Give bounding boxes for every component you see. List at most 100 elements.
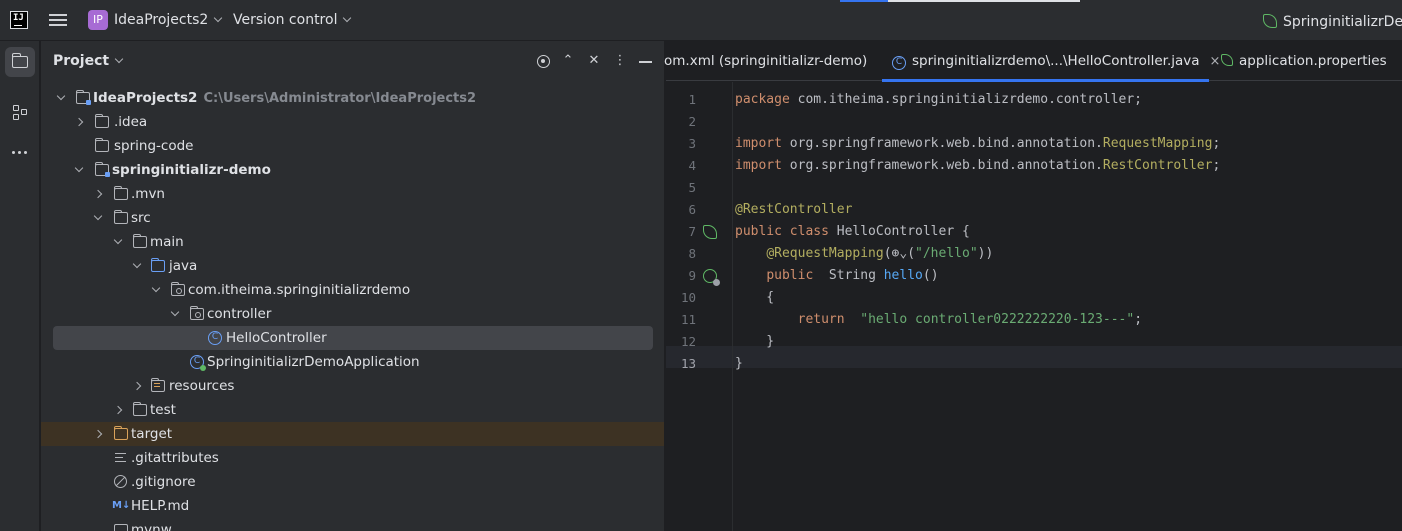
locate-icon[interactable]	[537, 55, 550, 68]
code-line[interactable]: 1 package com.itheima.springinitializrdem…	[666, 89, 1402, 111]
tree-item-idea[interactable]: .idea	[41, 110, 664, 134]
code-line[interactable]: 6 @RestController	[666, 199, 1402, 221]
intellij-logo-icon[interactable]: IJ	[10, 11, 28, 29]
more-icon-dot	[24, 151, 27, 154]
line-number: 9	[688, 268, 696, 283]
tree-item-src[interactable]: src	[41, 206, 664, 230]
editor-area: om.xml (springinitializr-demo) Cspringin…	[664, 41, 1402, 531]
code-line[interactable]: 13}	[666, 353, 1402, 375]
tree-item-hellocontroller[interactable]: C HelloController	[53, 326, 653, 350]
chevron-down-icon[interactable]	[151, 283, 161, 293]
tree-item-ideaprojects2[interactable]: IdeaProjects2 C:\Users\Administrator\Idea…	[41, 86, 664, 110]
code-line[interactable]: 10 {	[666, 287, 1402, 309]
code-token: HelloController {	[828, 224, 970, 239]
close-all-icon[interactable]: ✕	[586, 52, 602, 70]
code-token: RestController	[1102, 158, 1213, 173]
tree-item-controller[interactable]: controller	[41, 302, 664, 326]
tree-item-test[interactable]: test	[41, 398, 664, 422]
tab-hellocontroller[interactable]: Cspringinitializrdemo\...\HelloControlle…	[882, 41, 1220, 82]
chevron-right-icon[interactable]	[93, 429, 103, 439]
tab-pom-xml[interactable]: om.xml (springinitializr-demo)	[664, 41, 867, 81]
project-view-selector[interactable]: Project	[53, 53, 124, 69]
code-token: com.itheima.springinitializrdemo.control…	[789, 92, 1142, 107]
project-tool-button[interactable]	[5, 47, 35, 77]
chevron-right-icon[interactable]	[132, 381, 142, 391]
structure-tool-button[interactable]	[5, 97, 35, 127]
excluded-folder-icon	[113, 426, 128, 440]
tree-item-label: .mvn	[131, 186, 165, 202]
tree-item-resources[interactable]: resources	[41, 374, 664, 398]
code-token: ()	[922, 268, 939, 283]
code-token: import	[735, 136, 782, 151]
module-folder-icon	[94, 162, 110, 177]
tree-item-gitattributes[interactable]: .gitattributes	[41, 446, 664, 470]
code-line[interactable]: 12 }	[666, 331, 1402, 353]
tree-item-springinitializr-demo[interactable]: springinitializr-demo	[41, 158, 664, 182]
code-line[interactable]: 3 import org.springframework.web.bind.ann…	[666, 133, 1402, 155]
tab-application-properties[interactable]: application.properties	[1221, 41, 1387, 81]
tree-item-help-md[interactable]: M↓ HELP.md	[41, 494, 664, 518]
code-line[interactable]: 4 import org.springframework.web.bind.ann…	[666, 155, 1402, 177]
version-control-menu[interactable]: Version control	[233, 12, 352, 28]
code-token: public	[766, 268, 814, 283]
code-line[interactable]: 11 return "hello controller0222222220-12…	[666, 309, 1402, 331]
chevron-down-icon	[343, 13, 352, 23]
folder-icon	[132, 234, 147, 248]
tree-item-mvnw[interactable]: mvnw	[41, 518, 664, 531]
code-token: RequestMapping	[1102, 136, 1213, 151]
tree-item-application[interactable]: C SpringinitializrDemoApplication	[41, 350, 664, 374]
chevron-right-icon[interactable]	[93, 189, 103, 199]
expand-collapse-icon[interactable]: ⌃	[560, 52, 576, 70]
endpoint-gutter-icon[interactable]	[703, 269, 720, 286]
chevron-down-icon[interactable]	[74, 163, 84, 173]
tree-item-label: test	[150, 402, 176, 418]
tree-item-gitignore[interactable]: .gitignore	[41, 470, 664, 494]
tree-item-java[interactable]: java	[41, 254, 664, 278]
project-switcher[interactable]: IdeaProjects2	[114, 12, 223, 28]
code-line[interactable]: 5	[666, 177, 1402, 199]
kebab-menu-icon[interactable]: ⋮	[612, 52, 628, 70]
project-badge[interactable]: IP	[88, 10, 108, 30]
code-line[interactable]: 9 public String hello()	[666, 265, 1402, 287]
tree-item-label: mvnw	[131, 522, 172, 531]
code-line[interactable]: 8 @RequestMapping(⊕⌄("/hello"))	[666, 243, 1402, 265]
code-token: String	[813, 268, 884, 283]
tree-item-label: HELP.md	[131, 498, 190, 514]
chevron-right-icon[interactable]	[74, 117, 84, 127]
minimize-icon[interactable]	[638, 52, 654, 70]
resources-folder-icon	[150, 378, 165, 392]
structure-icon-part	[21, 109, 27, 115]
chevron-down-icon[interactable]	[93, 211, 103, 221]
tree-item-main[interactable]: main	[41, 230, 664, 254]
structure-icon-part	[13, 114, 19, 120]
chevron-down-icon[interactable]	[56, 91, 66, 101]
tab-label: application.properties	[1239, 53, 1387, 69]
code-token: @RequestMapping	[766, 246, 884, 261]
package-icon	[170, 282, 185, 296]
tab-label: springinitializrdemo\...\HelloController…	[912, 53, 1200, 69]
project-name: IdeaProjects2	[114, 12, 209, 28]
chevron-down-icon[interactable]	[170, 307, 180, 317]
chevron-down-icon[interactable]	[113, 235, 123, 245]
close-tab-icon[interactable]: ×	[1210, 54, 1221, 69]
line-number: 5	[688, 180, 696, 195]
tree-item-target[interactable]: target	[41, 422, 664, 446]
code-editor[interactable]: 1 package com.itheima.springinitializrdem…	[666, 82, 1402, 531]
tree-item-label: spring-code	[114, 138, 194, 154]
path-hint: C:\Users\Administrator\IdeaProjects2	[203, 91, 477, 106]
code-line[interactable]: 2	[666, 111, 1402, 133]
more-tools-button[interactable]	[5, 137, 35, 167]
spring-bean-gutter-icon[interactable]	[703, 225, 717, 239]
folder-icon	[94, 114, 109, 128]
tree-item-label: resources	[169, 378, 235, 394]
tree-item-package[interactable]: com.itheima.springinitializrdemo	[41, 278, 664, 302]
chevron-down-icon[interactable]	[132, 259, 142, 269]
tree-item-spring-code[interactable]: spring-code	[41, 134, 664, 158]
structure-icon	[13, 105, 19, 111]
code-line[interactable]: 7 public class HelloController {	[666, 221, 1402, 243]
run-configuration-selector[interactable]: SpringinitializrDemo	[1263, 12, 1402, 30]
code-text: package com.itheima.springinitializrdemo…	[735, 89, 1142, 111]
main-menu-button[interactable]	[48, 11, 70, 29]
chevron-right-icon[interactable]	[113, 405, 123, 415]
tree-item-mvn[interactable]: .mvn	[41, 182, 664, 206]
